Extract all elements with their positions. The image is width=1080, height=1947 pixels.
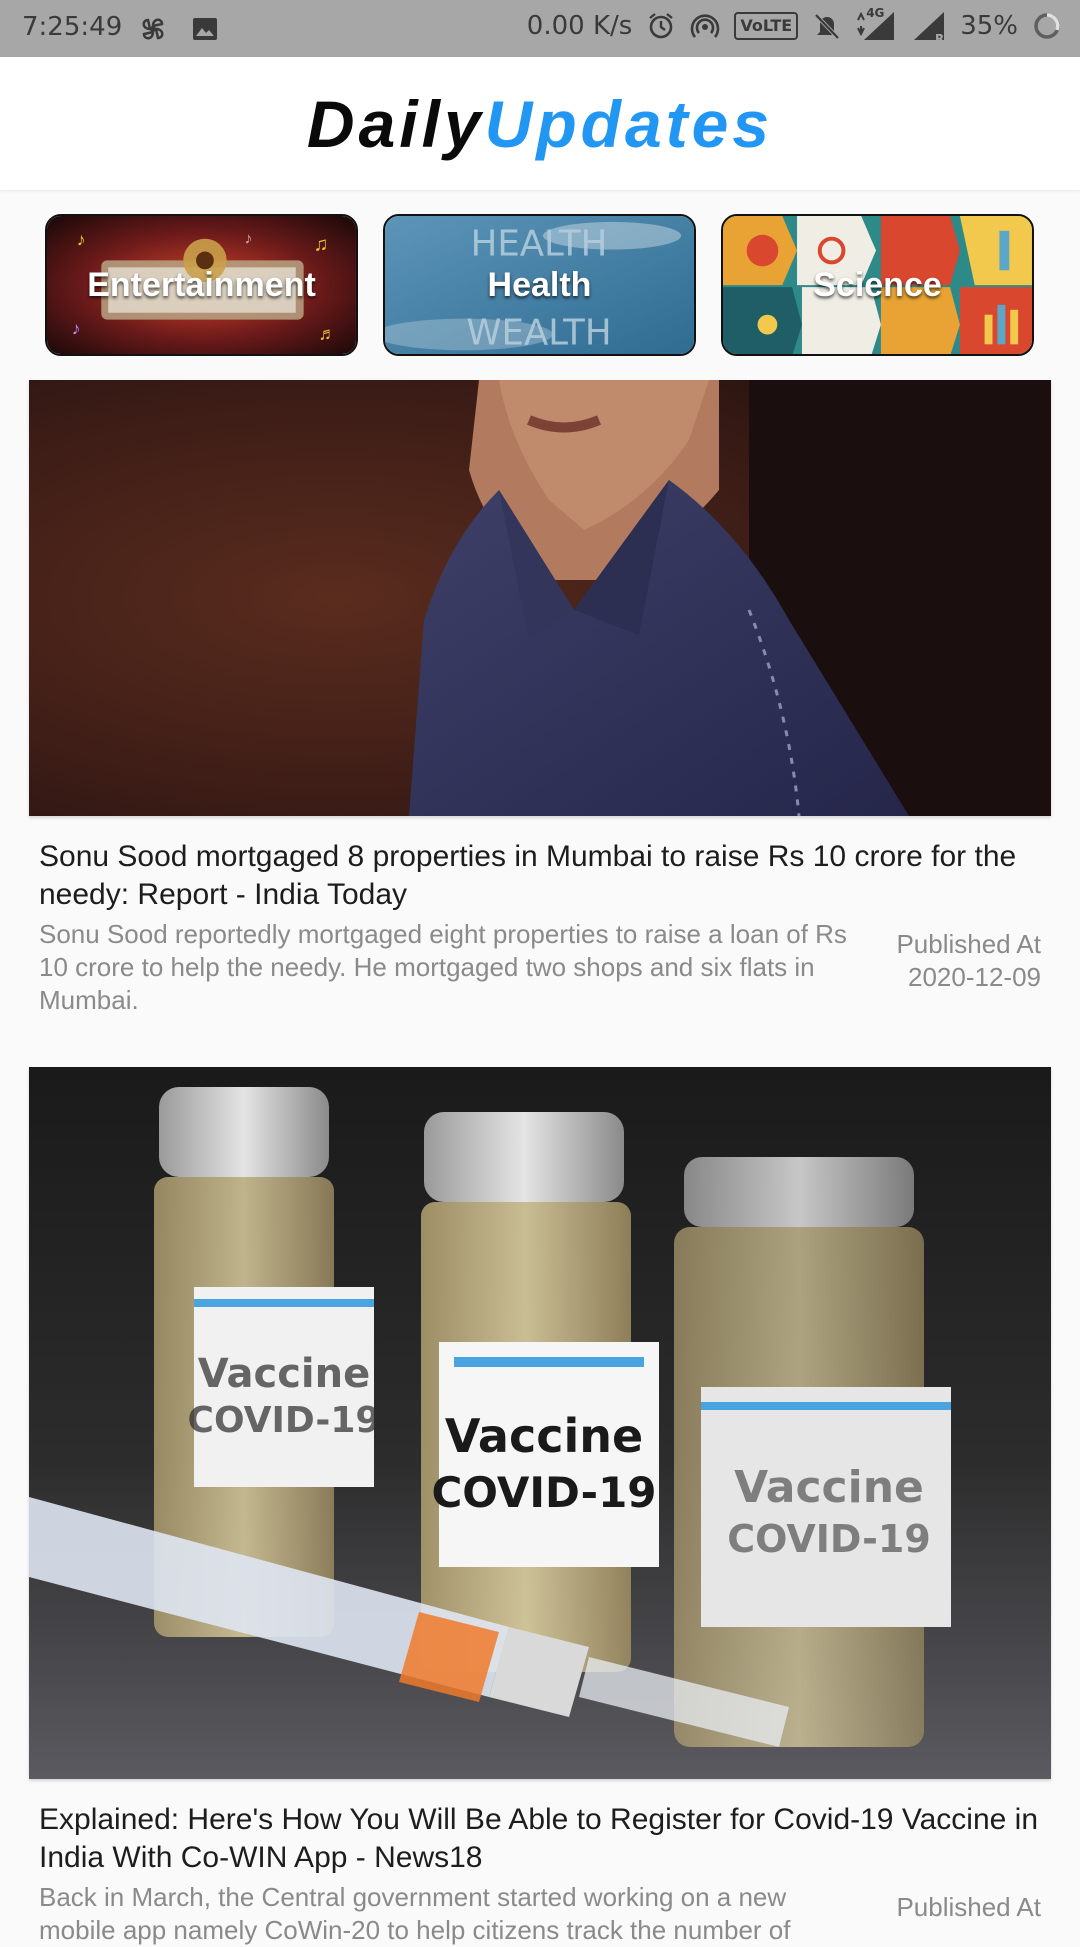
pinwheel-icon xyxy=(142,18,164,40)
article-title[interactable]: Sonu Sood mortgaged 8 properties in Mumb… xyxy=(39,838,1041,914)
network-speed: 0.00 K/s xyxy=(526,11,633,41)
vaccine-photo: Vaccine COVID-19 Vaccine COVID-19 Vaccin… xyxy=(29,1067,1051,1779)
status-time: 7:25:49 xyxy=(22,12,123,42)
app-bar: DailyUpdates xyxy=(0,57,1080,190)
svg-text:♫: ♫ xyxy=(314,234,329,256)
battery-percent: 35% xyxy=(960,11,1018,41)
alarm-icon xyxy=(649,13,674,39)
network-type: 4G xyxy=(866,6,885,20)
published-label: Published At xyxy=(896,929,1041,959)
category-health-button[interactable]: HEALTH WEALTH Health xyxy=(383,214,696,356)
article-published: Published At 2020-12-09 xyxy=(866,918,1041,1017)
health-image-text-top: HEALTH xyxy=(471,223,608,264)
status-bar: 7:25:49 0.00 K/s VoLTE 4G R 35% xyxy=(0,0,1080,57)
hotspot-icon xyxy=(691,14,720,38)
category-label: Health xyxy=(487,265,592,304)
article-description: Back in March, the Central government st… xyxy=(39,1882,791,1945)
image-icon xyxy=(193,18,217,40)
vial-text-6: COVID-19 xyxy=(431,1468,656,1517)
vial-text-4: COVID-19 xyxy=(727,1517,931,1561)
category-science-button[interactable]: Science xyxy=(721,214,1034,356)
mute-icon xyxy=(814,13,840,40)
article-description: Sonu Sood reportedly mortgaged eight pro… xyxy=(39,919,847,1015)
published-date: 2020-12-09 xyxy=(908,962,1041,992)
app-title-updates: Updates xyxy=(484,86,774,161)
svg-text:♪: ♪ xyxy=(77,230,86,250)
vial-text-5: Vaccine xyxy=(445,1409,643,1463)
article-title[interactable]: Explained: Here's How You Will Be Able t… xyxy=(39,1801,1041,1877)
article-card[interactable]: Vaccine COVID-19 Vaccine COVID-19 Vaccin… xyxy=(29,1067,1051,1947)
category-row: ♪ ♫ ♪ ♬ ♪ Entertainment HEALTH WEALTH He… xyxy=(45,214,1035,356)
published-label: Published At xyxy=(896,1892,1041,1922)
svg-text:♬: ♬ xyxy=(318,323,336,343)
vial-text-2: COVID-19 xyxy=(188,1400,381,1441)
article-card[interactable]: Sonu Sood mortgaged 8 properties in Mumb… xyxy=(29,380,1051,1017)
health-image-text-bottom: WEALTH xyxy=(466,312,611,353)
battery-icon xyxy=(1034,13,1060,39)
category-label: Entertainment xyxy=(87,265,316,304)
article-image xyxy=(29,380,1051,816)
article-image: Vaccine COVID-19 Vaccine COVID-19 Vaccin… xyxy=(29,1067,1051,1779)
signal-icon: R xyxy=(912,10,946,46)
svg-text:♪: ♪ xyxy=(244,231,252,248)
category-label: Science xyxy=(813,265,942,304)
portrait-photo xyxy=(29,380,1051,816)
category-entertainment-button[interactable]: ♪ ♫ ♪ ♬ ♪ Entertainment xyxy=(45,214,358,356)
signal-4g-icon: 4G xyxy=(856,6,898,42)
app-title: DailyUpdates xyxy=(307,86,773,162)
svg-text:♪: ♪ xyxy=(72,318,81,338)
roaming-indicator: R xyxy=(934,32,945,46)
vial-text-1: Vaccine xyxy=(198,1351,371,1397)
article-published: Published At xyxy=(866,1881,1041,1947)
vial-text-3: Vaccine xyxy=(734,1462,924,1513)
app-title-daily: Daily xyxy=(306,86,485,161)
volte-icon: VoLTE xyxy=(734,12,799,40)
